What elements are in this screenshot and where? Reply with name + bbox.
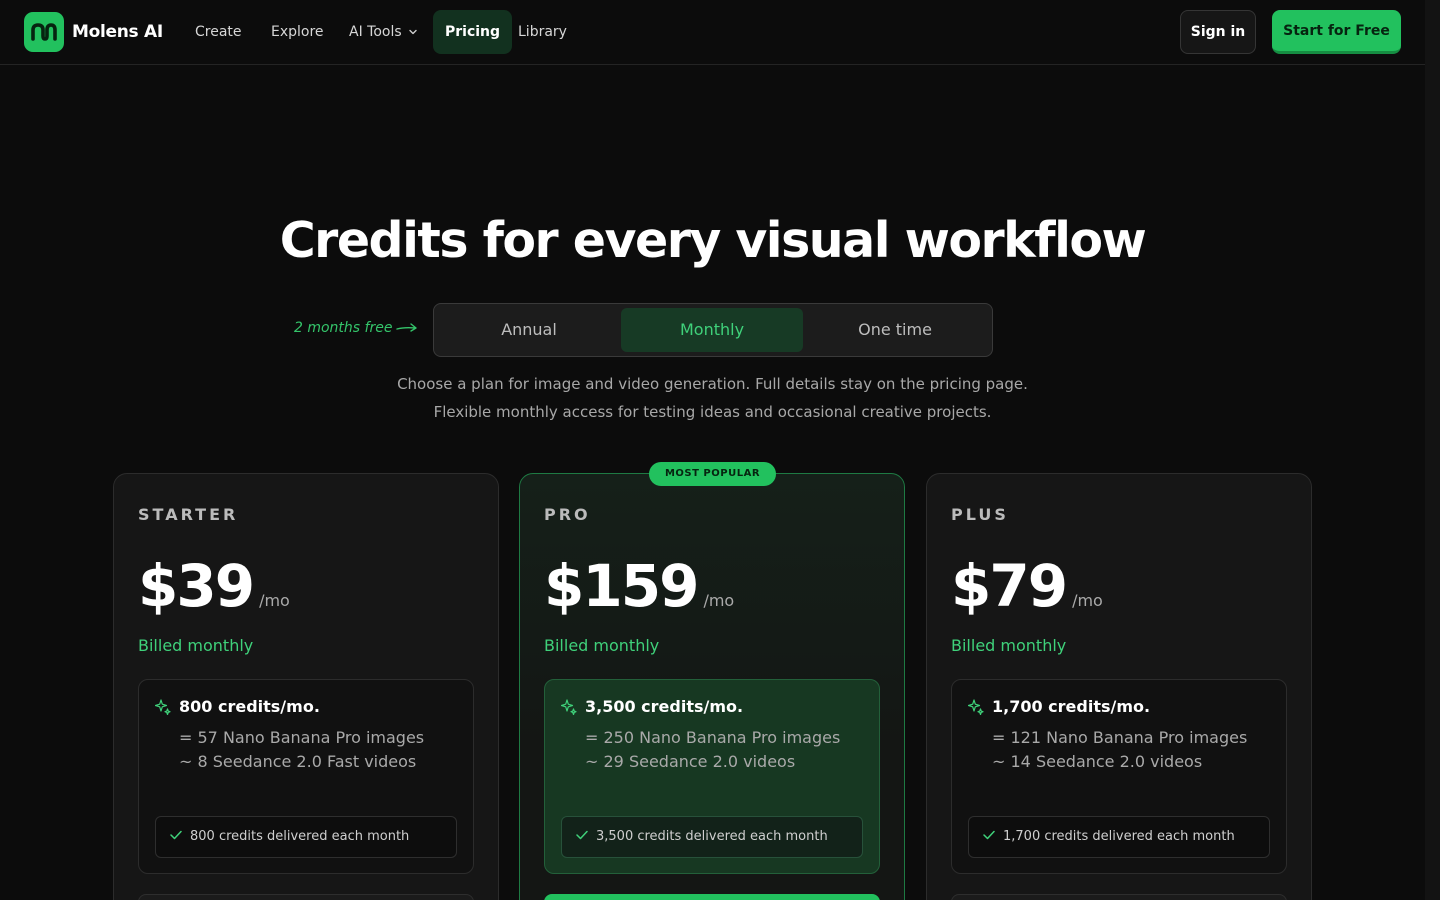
most-popular-badge: MOST POPULAR bbox=[649, 462, 776, 486]
plan-images-estimate: = 250 Nano Banana Pro images bbox=[585, 728, 841, 747]
plan-delivery-text: 3,500 credits delivered each month bbox=[596, 829, 828, 844]
plan-select-button[interactable] bbox=[951, 894, 1287, 900]
plan-price: $159/mo bbox=[544, 554, 734, 633]
plan-tier: PRO bbox=[544, 505, 591, 524]
sparkle-icon bbox=[561, 699, 577, 715]
promo-note: 2 months free bbox=[294, 320, 418, 336]
plan-price-period: /mo bbox=[1072, 591, 1103, 610]
start-for-free-button[interactable]: Start for Free bbox=[1272, 10, 1401, 54]
promo-text: 2 months free bbox=[294, 320, 393, 336]
plan-credits: 800 credits/mo. bbox=[179, 697, 320, 716]
page-title: Credits for every visual workflow bbox=[279, 212, 1147, 269]
plan-price-amount: $79 bbox=[951, 552, 1068, 620]
plan-videos-estimate: ~ 29 Seedance 2.0 videos bbox=[585, 752, 796, 771]
plan-videos-estimate: ~ 8 Seedance 2.0 Fast videos bbox=[179, 752, 417, 771]
check-icon bbox=[576, 830, 588, 840]
check-icon bbox=[170, 830, 182, 840]
plan-delivery-text: 800 credits delivered each month bbox=[190, 829, 410, 844]
nav-pricing[interactable]: Pricing bbox=[433, 10, 513, 54]
plan-credits: 1,700 credits/mo. bbox=[992, 697, 1151, 716]
plan-price-period: /mo bbox=[259, 591, 290, 610]
nav-ai-tools-label: AI Tools bbox=[349, 24, 402, 40]
nav-explore[interactable]: Explore bbox=[259, 10, 336, 54]
plan-delivery-note: 800 credits delivered each month bbox=[155, 816, 457, 858]
subtitle-line-1: Choose a plan for image and video genera… bbox=[397, 375, 1028, 393]
plan-credits: 3,500 credits/mo. bbox=[585, 697, 744, 716]
nav-library[interactable]: Library bbox=[506, 10, 579, 54]
plan-price: $79/mo bbox=[951, 554, 1103, 633]
logo-icon bbox=[24, 12, 64, 52]
plan-delivery-text: 1,700 credits delivered each month bbox=[1003, 829, 1235, 844]
plan-billing: Billed monthly bbox=[138, 636, 254, 655]
plan-price-amount: $39 bbox=[138, 552, 255, 620]
plan-price-amount: $159 bbox=[544, 552, 699, 620]
chevron-down-icon bbox=[408, 29, 417, 35]
plan-billing: Billed monthly bbox=[544, 636, 660, 655]
plan-credits-box: 1,700 credits/mo. = 121 Nano Banana Pro … bbox=[951, 679, 1287, 874]
plan-images-estimate: = 57 Nano Banana Pro images bbox=[179, 728, 425, 747]
subtitle-line-2: Flexible monthly access for testing idea… bbox=[433, 403, 992, 421]
sparkle-icon bbox=[968, 699, 984, 715]
plan-delivery-note: 3,500 credits delivered each month bbox=[561, 816, 863, 858]
sign-in-button[interactable]: Sign in bbox=[1180, 10, 1256, 54]
page-scrollbar[interactable] bbox=[1425, 0, 1440, 900]
plan-videos-estimate: ~ 14 Seedance 2.0 videos bbox=[992, 752, 1203, 771]
toggle-monthly[interactable]: Monthly bbox=[621, 308, 803, 352]
plan-card-starter: STARTER $39/mo Billed monthly 800 credit… bbox=[113, 473, 499, 900]
plan-card-plus: PLUS $79/mo Billed monthly 1,700 credits… bbox=[926, 473, 1312, 900]
plan-images-estimate: = 121 Nano Banana Pro images bbox=[992, 728, 1248, 747]
brand-logo[interactable]: Molens AI bbox=[24, 12, 163, 52]
billing-toggle: Annual Monthly One time bbox=[433, 303, 993, 357]
plan-price-period: /mo bbox=[703, 591, 735, 610]
plan-billing: Billed monthly bbox=[951, 636, 1067, 655]
brand-name: Molens AI bbox=[72, 22, 163, 42]
nav-ai-tools[interactable]: AI Tools bbox=[337, 10, 430, 54]
toggle-annual[interactable]: Annual bbox=[438, 308, 620, 352]
toggle-one-time[interactable]: One time bbox=[804, 308, 986, 352]
plan-price: $39/mo bbox=[138, 554, 290, 633]
nav-create[interactable]: Create bbox=[183, 10, 254, 54]
plan-select-button[interactable] bbox=[138, 894, 474, 900]
plan-delivery-note: 1,700 credits delivered each month bbox=[968, 816, 1270, 858]
arrow-right-icon bbox=[396, 323, 418, 332]
plan-select-button[interactable] bbox=[544, 894, 880, 900]
check-icon bbox=[983, 830, 995, 840]
plan-credits-box: 800 credits/mo. = 57 Nano Banana Pro ima… bbox=[138, 679, 474, 874]
plan-tier: PLUS bbox=[951, 505, 1009, 524]
plan-tier: STARTER bbox=[138, 505, 239, 524]
plan-credits-box: 3,500 credits/mo. = 250 Nano Banana Pro … bbox=[544, 679, 880, 874]
sparkle-icon bbox=[155, 699, 171, 715]
top-nav: Molens AI Create Explore AI Tools Pricin… bbox=[0, 0, 1425, 65]
plan-card-pro: PRO $159/mo Billed monthly 3,500 credits… bbox=[519, 473, 905, 900]
